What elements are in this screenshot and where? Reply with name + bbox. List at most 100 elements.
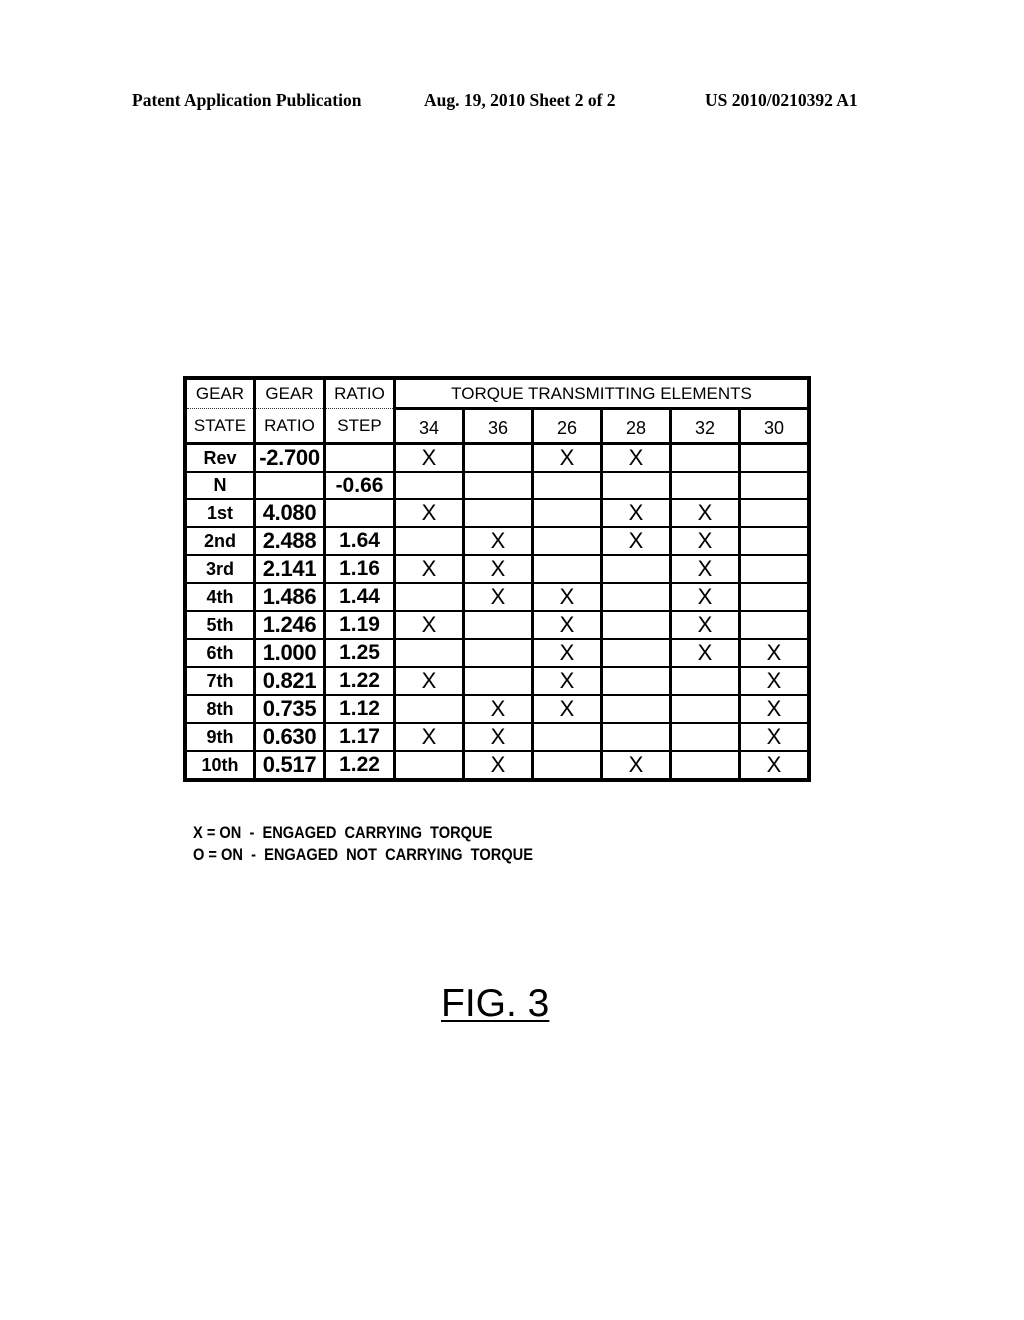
engagement-cell-30 — [739, 498, 810, 528]
gear-ratio-cell: 0.821 — [254, 666, 326, 696]
engagement-cell-30: X — [739, 666, 810, 696]
engagement-cell-34 — [394, 582, 465, 612]
gear-state-cell: 8th — [184, 694, 256, 724]
legend: X = ON - ENGAGED CARRYING TORQUE O = ON -… — [193, 822, 533, 866]
engagement-cell-26 — [532, 722, 603, 752]
engagement-cell-34: X — [394, 610, 465, 640]
gear-state-cell: 3rd — [184, 554, 256, 584]
engagement-cell-26 — [532, 526, 603, 556]
table-row: 5th 1.246 1.19 X X X — [184, 610, 810, 640]
engagement-cell-26: X — [532, 694, 603, 724]
engagement-cell-28: X — [601, 750, 672, 781]
engagement-cell-28 — [601, 471, 672, 500]
engagement-cell-26: X — [532, 442, 603, 473]
gear-ratio-cell: 2.141 — [254, 554, 326, 584]
engagement-cell-26 — [532, 498, 603, 528]
engagement-cell-32: X — [670, 498, 741, 528]
engagement-cell-28 — [601, 638, 672, 668]
engagement-cell-36 — [463, 610, 534, 640]
ratio-step-cell: 1.22 — [324, 666, 396, 696]
header-gear-ratio-line2: RATIO — [254, 408, 326, 445]
ratio-step-cell: 1.22 — [324, 750, 396, 781]
gear-ratio-cell: 0.517 — [254, 750, 326, 781]
engagement-cell-26: X — [532, 638, 603, 668]
header-element-26: 26 — [532, 408, 603, 445]
legend-line-x: X = ON - ENGAGED CARRYING TORQUE — [193, 823, 493, 842]
engagement-cell-28: X — [601, 526, 672, 556]
engagement-cell-34: X — [394, 722, 465, 752]
gear-ratio-cell: 0.735 — [254, 694, 326, 724]
engagement-cell-36 — [463, 471, 534, 500]
publication-number: US 2010/0210392 A1 — [705, 90, 858, 110]
ratio-step-cell: 1.25 — [324, 638, 396, 668]
gear-state-cell: N — [184, 471, 256, 500]
engagement-cell-26 — [532, 750, 603, 781]
engagement-cell-32: X — [670, 526, 741, 556]
header-element-32: 32 — [670, 408, 741, 445]
engagement-cell-36 — [463, 666, 534, 696]
engagement-cell-34 — [394, 526, 465, 556]
gear-ratio-cell — [254, 471, 326, 500]
engagement-cell-26 — [532, 471, 603, 500]
ratio-step-cell: 1.64 — [324, 526, 396, 556]
table-row: N -0.66 — [184, 471, 810, 500]
header-element-28: 28 — [601, 408, 672, 445]
header-element-34: 34 — [394, 408, 465, 445]
ratio-step-cell: -0.66 — [324, 471, 396, 500]
engagement-cell-36: X — [463, 694, 534, 724]
engagement-cell-26: X — [532, 666, 603, 696]
ratio-step-cell: 1.44 — [324, 582, 396, 612]
engagement-cell-34 — [394, 750, 465, 781]
gear-ratio-cell: 2.488 — [254, 526, 326, 556]
engagement-cell-34: X — [394, 666, 465, 696]
gear-state-cell: 4th — [184, 582, 256, 612]
gear-ratio-cell: 0.630 — [254, 722, 326, 752]
gear-state-cell: 1st — [184, 498, 256, 528]
engagement-cell-36 — [463, 638, 534, 668]
ratio-step-cell: 1.16 — [324, 554, 396, 584]
ratio-step-cell — [324, 498, 396, 528]
gear-state-cell: 10th — [184, 750, 256, 781]
engagement-cell-28 — [601, 582, 672, 612]
gear-engagement-table: GEAR GEAR RATIO TORQUE TRANSMITTING ELEM… — [183, 376, 811, 782]
table-row: 10th 0.517 1.22 X X X — [184, 750, 810, 781]
engagement-cell-32: X — [670, 582, 741, 612]
figure-label: FIG. 3 — [441, 982, 550, 1025]
gear-state-cell: Rev — [184, 442, 256, 473]
gear-ratio-cell: 4.080 — [254, 498, 326, 528]
engagement-cell-28 — [601, 610, 672, 640]
engagement-cell-28: X — [601, 498, 672, 528]
header-element-36: 36 — [463, 408, 534, 445]
engagement-cell-30 — [739, 554, 810, 584]
engagement-cell-36: X — [463, 526, 534, 556]
engagement-cell-26: X — [532, 610, 603, 640]
gear-state-cell: 2nd — [184, 526, 256, 556]
engagement-cell-34: X — [394, 442, 465, 473]
table-row: 7th 0.821 1.22 X X X — [184, 666, 810, 696]
table-body: Rev -2.700 X X X N -0.66 1st 4.080 X X X 2nd 2.488 1.6… — [184, 442, 810, 781]
engagement-cell-34 — [394, 694, 465, 724]
engagement-cell-28 — [601, 722, 672, 752]
engagement-cell-26 — [532, 554, 603, 584]
engagement-cell-34 — [394, 471, 465, 500]
engagement-cell-34: X — [394, 498, 465, 528]
engagement-cell-36 — [463, 498, 534, 528]
engagement-cell-28: X — [601, 442, 672, 473]
engagement-cell-36 — [463, 442, 534, 473]
engagement-cell-28 — [601, 554, 672, 584]
gear-ratio-cell: 1.246 — [254, 610, 326, 640]
gear-ratio-cell: -2.700 — [254, 442, 326, 473]
header-ratio-step-line1: RATIO — [324, 377, 396, 409]
engagement-cell-36: X — [463, 722, 534, 752]
ratio-step-cell: 1.19 — [324, 610, 396, 640]
engagement-cell-36: X — [463, 750, 534, 781]
ratio-step-cell — [324, 442, 396, 473]
table-row: Rev -2.700 X X X — [184, 442, 810, 473]
engagement-cell-30: X — [739, 638, 810, 668]
engagement-cell-32 — [670, 694, 741, 724]
engagement-cell-36: X — [463, 582, 534, 612]
header-gear-state-line1: GEAR — [184, 377, 256, 409]
engagement-cell-30 — [739, 442, 810, 473]
header-element-30: 30 — [739, 408, 810, 445]
table-row: 4th 1.486 1.44 X X X — [184, 582, 810, 612]
